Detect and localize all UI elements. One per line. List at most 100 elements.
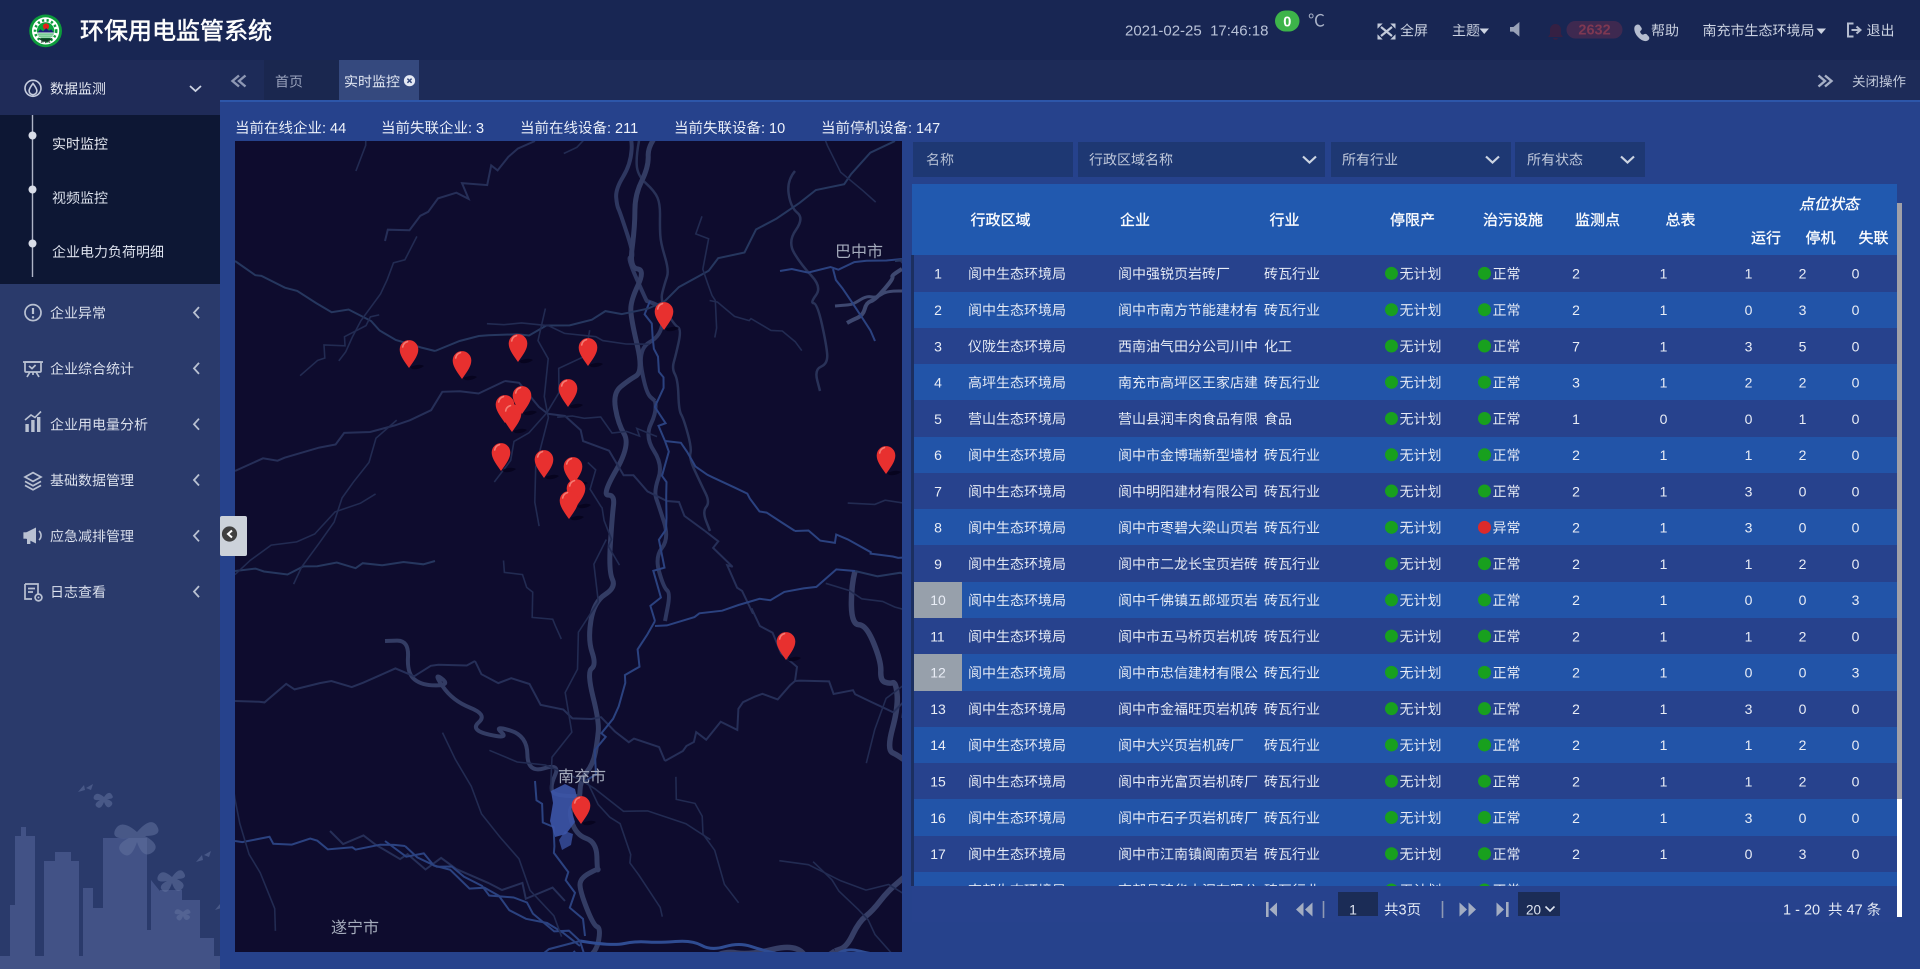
svg-text:1: 1 xyxy=(1660,737,1668,753)
svg-text:0: 0 xyxy=(1745,882,1753,898)
svg-text:3: 3 xyxy=(1399,903,1407,919)
svg-text:2: 2 xyxy=(1799,556,1807,572)
svg-text:1: 1 xyxy=(1349,901,1357,917)
svg-text:0: 0 xyxy=(1799,592,1807,608)
svg-text:1: 1 xyxy=(1660,665,1668,681)
svg-text:1: 1 xyxy=(1660,520,1668,536)
svg-text:0: 0 xyxy=(1852,701,1860,717)
svg-text:8: 8 xyxy=(934,520,942,536)
svg-text:1: 1 xyxy=(1660,302,1668,318)
svg-text:3: 3 xyxy=(1852,665,1860,681)
svg-text:2: 2 xyxy=(1572,556,1580,572)
svg-text:1: 1 xyxy=(1745,628,1753,644)
svg-text:3: 3 xyxy=(1572,375,1580,391)
svg-text:1: 1 xyxy=(1572,411,1580,427)
svg-text:2: 2 xyxy=(1572,846,1580,862)
svg-text:0: 0 xyxy=(1799,810,1807,826)
svg-text:2: 2 xyxy=(1572,592,1580,608)
svg-text:3: 3 xyxy=(1745,810,1753,826)
svg-text:7: 7 xyxy=(934,483,942,499)
svg-text:1 - 20: 1 - 20 xyxy=(1783,903,1820,919)
svg-text:0: 0 xyxy=(1852,411,1860,427)
svg-text:1: 1 xyxy=(1660,846,1668,862)
svg-text:0: 0 xyxy=(1852,810,1860,826)
svg-text:0: 0 xyxy=(1745,665,1753,681)
svg-text:1: 1 xyxy=(934,266,942,282)
svg-text:0: 0 xyxy=(1283,14,1291,30)
svg-text:4: 4 xyxy=(934,375,942,391)
svg-text:2: 2 xyxy=(1799,266,1807,282)
svg-text:2: 2 xyxy=(1572,774,1580,790)
svg-text:3: 3 xyxy=(1852,592,1860,608)
svg-text:1: 1 xyxy=(1745,774,1753,790)
svg-text:1: 1 xyxy=(1745,447,1753,463)
svg-text:: 211: : 211 xyxy=(607,121,638,137)
svg-text:0: 0 xyxy=(1852,302,1860,318)
svg-text:12: 12 xyxy=(930,665,946,681)
svg-text:0: 0 xyxy=(1852,520,1860,536)
svg-text:1: 1 xyxy=(1799,411,1807,427)
svg-text:0: 0 xyxy=(1745,411,1753,427)
svg-text:2: 2 xyxy=(934,302,942,318)
svg-text:2: 2 xyxy=(1572,483,1580,499)
svg-text:0: 0 xyxy=(1799,520,1807,536)
svg-text:0: 0 xyxy=(1852,882,1860,898)
svg-text:0: 0 xyxy=(1852,375,1860,391)
svg-text:0: 0 xyxy=(1745,592,1753,608)
svg-text:5: 5 xyxy=(1799,338,1807,354)
svg-text:3: 3 xyxy=(1745,483,1753,499)
svg-text:3: 3 xyxy=(1745,520,1753,536)
svg-text:47: 47 xyxy=(1843,903,1867,919)
svg-text:: 3: : 3 xyxy=(468,121,484,137)
svg-text:18: 18 xyxy=(930,882,946,898)
svg-text:1: 1 xyxy=(1745,556,1753,572)
svg-text:1: 1 xyxy=(1660,266,1668,282)
svg-text:5: 5 xyxy=(934,411,942,427)
svg-text:0: 0 xyxy=(1852,556,1860,572)
svg-text:15: 15 xyxy=(930,774,946,790)
svg-text:13: 13 xyxy=(930,701,946,717)
svg-text:2632: 2632 xyxy=(1578,22,1610,38)
svg-text:2: 2 xyxy=(1572,665,1580,681)
svg-text:0: 0 xyxy=(1745,302,1753,318)
svg-text:10: 10 xyxy=(930,592,946,608)
svg-text:2: 2 xyxy=(1572,701,1580,717)
svg-text:2: 2 xyxy=(1799,774,1807,790)
svg-text:3: 3 xyxy=(1745,701,1753,717)
svg-text:16: 16 xyxy=(930,810,946,826)
svg-text:: 44: : 44 xyxy=(322,121,346,137)
svg-text:0: 0 xyxy=(1852,846,1860,862)
svg-text:2: 2 xyxy=(1799,737,1807,753)
svg-text:0: 0 xyxy=(1852,266,1860,282)
svg-text:0: 0 xyxy=(1799,665,1807,681)
svg-text:20: 20 xyxy=(1526,902,1541,917)
svg-text:6: 6 xyxy=(934,447,942,463)
svg-text:7: 7 xyxy=(1572,338,1580,354)
svg-text:0: 0 xyxy=(1852,483,1860,499)
svg-text:2: 2 xyxy=(1572,520,1580,536)
svg-text:2: 2 xyxy=(1799,447,1807,463)
svg-text:1: 1 xyxy=(1660,628,1668,644)
svg-text:1: 1 xyxy=(1660,556,1668,572)
svg-text:3: 3 xyxy=(1799,302,1807,318)
svg-text:3: 3 xyxy=(1799,846,1807,862)
svg-text:2: 2 xyxy=(1799,375,1807,391)
svg-text:17: 17 xyxy=(930,846,946,862)
svg-text:2: 2 xyxy=(1745,375,1753,391)
svg-text:1: 1 xyxy=(1660,338,1668,354)
svg-text:11: 11 xyxy=(930,628,945,644)
svg-text:0: 0 xyxy=(1660,882,1668,898)
svg-text:2: 2 xyxy=(1572,628,1580,644)
svg-text:1: 1 xyxy=(1660,810,1668,826)
svg-text:0: 0 xyxy=(1852,338,1860,354)
svg-text:0: 0 xyxy=(1660,411,1668,427)
svg-text:1: 1 xyxy=(1745,266,1753,282)
svg-text:1: 1 xyxy=(1660,592,1668,608)
svg-text:14: 14 xyxy=(930,737,946,753)
svg-text:3: 3 xyxy=(934,338,942,354)
svg-text:0: 0 xyxy=(1745,846,1753,862)
svg-text:: 10: : 10 xyxy=(761,121,785,137)
svg-text:1: 1 xyxy=(1745,737,1753,753)
svg-text:2: 2 xyxy=(1572,447,1580,463)
svg-text:6: 6 xyxy=(1799,882,1807,898)
